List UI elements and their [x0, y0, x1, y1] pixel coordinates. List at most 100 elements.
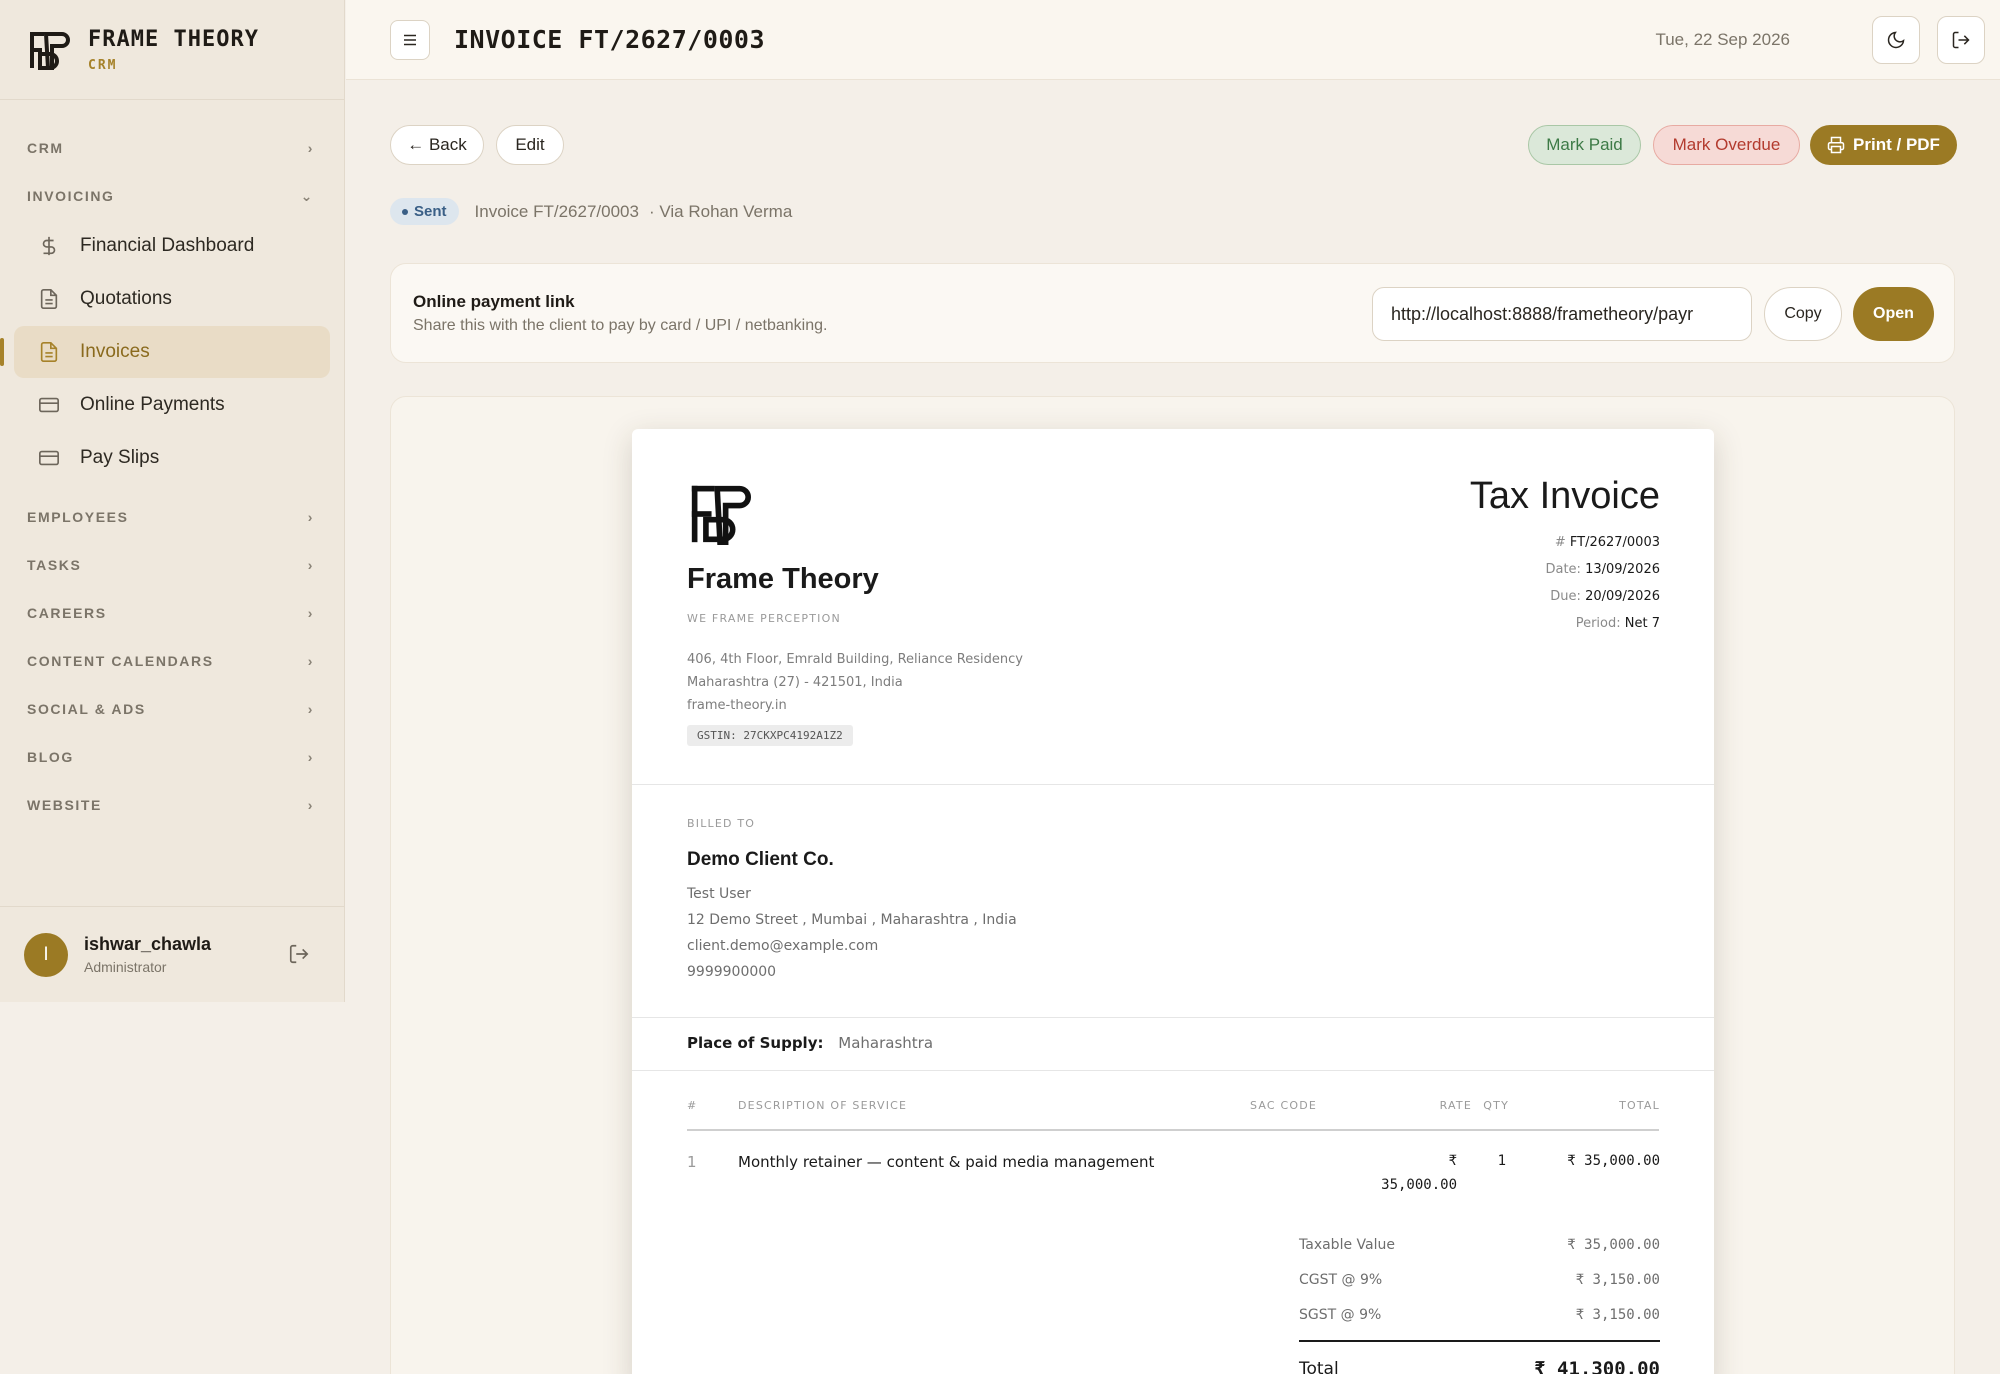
- invoice-gstin: GSTIN: 27CKXPC4192A1Z2: [687, 725, 853, 746]
- nav-group-blog[interactable]: BLOG ›: [0, 733, 344, 781]
- brand[interactable]: FRAME THEORY CRM: [0, 0, 344, 100]
- invoice-company-name: Frame Theory: [687, 563, 879, 595]
- card-icon: [36, 445, 62, 471]
- invoice-company-address-1: 406, 4th Floor, Emrald Building, Relianc…: [687, 652, 1023, 667]
- nav-group-label: BLOG: [27, 749, 74, 765]
- invoice-period-row: Period: Net 7: [1576, 616, 1660, 631]
- nav-group-label: INVOICING: [27, 188, 115, 204]
- chevron-right-icon: ›: [307, 509, 314, 525]
- invoice-due-date: 20/09/2026: [1585, 589, 1660, 604]
- brand-sub: CRM: [88, 57, 118, 73]
- cgst-value: ₹ 3,150.00: [1575, 1272, 1660, 1288]
- user-role: Administrator: [84, 959, 167, 975]
- printer-icon: [1827, 136, 1845, 154]
- sent-via: · Via Rohan Verma: [648, 201, 793, 221]
- mark-overdue-button[interactable]: Mark Overdue: [1653, 125, 1800, 165]
- invoice-company-address-2: Maharashtra (27) - 421501, India: [687, 675, 903, 690]
- logout-icon: [1952, 31, 1970, 49]
- payment-link-subtitle: Share this with the client to pay by car…: [413, 317, 828, 334]
- row-rate-value: 35,000.00: [1381, 1177, 1457, 1193]
- sidebar-item-label: Financial Dashboard: [80, 235, 255, 256]
- chevron-right-icon: ›: [307, 749, 314, 765]
- dollar-icon: [36, 233, 62, 259]
- chevron-right-icon: ›: [307, 797, 314, 813]
- menu-toggle-button[interactable]: [390, 19, 430, 60]
- invoice-due-row: Due: 20/09/2026: [1550, 589, 1660, 604]
- current-date: Tue, 22 Sep 2026: [1655, 30, 1790, 49]
- top-bar: INVOICE FT/2627/0003 Tue, 22 Sep 2026: [346, 0, 2000, 80]
- invoice-reference: Invoice FT/2627/0003: [474, 201, 639, 221]
- brand-name: FRAME THEORY: [88, 26, 259, 52]
- sidebar-item-label: Quotations: [80, 288, 172, 309]
- invoice-date-row: Date: 13/09/2026: [1545, 562, 1660, 577]
- sidebar-item-pay-slips[interactable]: Pay Slips: [14, 432, 330, 484]
- logout-button[interactable]: [1937, 16, 1985, 64]
- row-total: ₹ 35,000.00: [1567, 1153, 1660, 1169]
- copy-link-button[interactable]: Copy: [1764, 287, 1842, 341]
- invoice-date: 13/09/2026: [1585, 562, 1660, 577]
- client-phone: 9999900000: [687, 964, 777, 980]
- print-pdf-label: Print / PDF: [1853, 135, 1940, 154]
- client-email: client.demo@example.com: [687, 938, 879, 954]
- chevron-down-icon: ⌄: [300, 187, 314, 204]
- hamburger-icon: [404, 34, 416, 45]
- sidebar-item-online-payments[interactable]: Online Payments: [14, 379, 330, 431]
- chevron-right-icon: ›: [307, 653, 314, 669]
- payment-link-input[interactable]: [1372, 287, 1752, 341]
- logout-icon[interactable]: [288, 943, 310, 970]
- place-of-supply-label: Place of Supply:: [687, 1034, 824, 1052]
- chevron-right-icon: ›: [307, 140, 314, 156]
- sidebar-item-financial-dashboard[interactable]: Financial Dashboard: [14, 220, 330, 272]
- chevron-right-icon: ›: [307, 701, 314, 717]
- sidebar-item-label: Invoices: [80, 341, 150, 362]
- client-name: Demo Client Co.: [687, 849, 834, 870]
- chevron-right-icon: ›: [307, 557, 314, 573]
- invoice-company-tagline: WE FRAME PERCEPTION: [687, 612, 841, 625]
- user-name: ishwar_chawla: [84, 934, 212, 954]
- column-header-qty: QTY: [1483, 1099, 1509, 1112]
- moon-icon: [1887, 31, 1905, 49]
- grand-total-value: ₹ 41,300.00: [1534, 1358, 1660, 1374]
- row-num: 1: [687, 1153, 697, 1171]
- theme-toggle-button[interactable]: [1872, 16, 1920, 64]
- nav-group-tasks[interactable]: TASKS ›: [0, 541, 344, 589]
- row-qty: 1: [1497, 1153, 1506, 1169]
- nav-group-label: CRM: [27, 140, 64, 156]
- client-address: 12 Demo Street , Mumbai , Maharashtra , …: [687, 912, 1017, 928]
- nav-group-website[interactable]: WEBSITE ›: [0, 781, 344, 829]
- invoice-status-row: Sent Invoice FT/2627/0003 · Via Rohan Ve…: [390, 198, 792, 225]
- nav-group-label: EMPLOYEES: [27, 509, 129, 525]
- document-icon: [36, 286, 62, 312]
- column-header-description: DESCRIPTION OF SERVICE: [738, 1099, 908, 1112]
- nav-group-careers[interactable]: CAREERS ›: [0, 589, 344, 637]
- invoice-document: Frame Theory WE FRAME PERCEPTION 406, 4t…: [632, 429, 1714, 1374]
- nav-group-invoicing[interactable]: INVOICING ⌄: [0, 172, 344, 220]
- sidebar-nav: CRM › INVOICING ⌄ Financial Dashboard Qu…: [0, 100, 344, 829]
- cgst-label: CGST @ 9%: [1299, 1272, 1383, 1288]
- invoice-number-row: # FT/2627/0003: [1555, 535, 1660, 550]
- totals-rule: [1299, 1340, 1660, 1342]
- print-pdf-button[interactable]: Print / PDF: [1810, 125, 1957, 165]
- edit-button[interactable]: Edit: [496, 125, 564, 165]
- payment-link-title: Online payment link: [413, 292, 575, 311]
- nav-group-employees[interactable]: EMPLOYEES ›: [0, 493, 344, 541]
- sgst-value: ₹ 3,150.00: [1575, 1307, 1660, 1323]
- sidebar-item-invoices[interactable]: Invoices: [0, 326, 330, 378]
- sidebar-item-label: Pay Slips: [80, 447, 160, 468]
- open-link-button[interactable]: Open: [1853, 287, 1934, 341]
- billed-to-label: BILLED TO: [687, 817, 756, 830]
- row-rate-currency: ₹: [1448, 1153, 1457, 1169]
- back-button[interactable]: ← Back: [390, 125, 484, 165]
- taxable-value: ₹ 35,000.00: [1567, 1237, 1660, 1253]
- mark-paid-button[interactable]: Mark Paid: [1528, 125, 1641, 165]
- nav-group-content-calendars[interactable]: CONTENT CALENDARS ›: [0, 637, 344, 685]
- sgst-label: SGST @ 9%: [1299, 1307, 1382, 1323]
- document-icon: [36, 339, 62, 365]
- nav-group-crm[interactable]: CRM ›: [0, 124, 344, 172]
- invoice-date-label: Date:: [1545, 562, 1581, 577]
- column-header-sac: SAC CODE: [1250, 1099, 1318, 1112]
- place-of-supply: Place of Supply: Maharashtra: [687, 1034, 933, 1052]
- avatar[interactable]: I: [24, 932, 68, 977]
- nav-group-social-ads[interactable]: SOCIAL & ADS ›: [0, 685, 344, 733]
- sidebar-item-quotations[interactable]: Quotations: [14, 273, 330, 325]
